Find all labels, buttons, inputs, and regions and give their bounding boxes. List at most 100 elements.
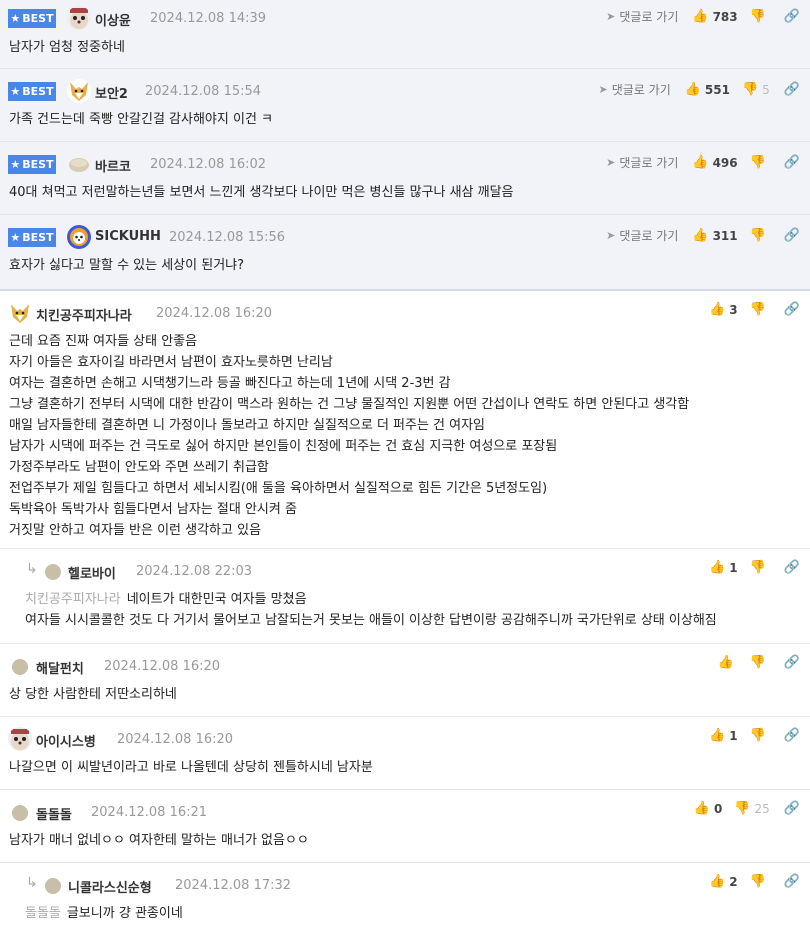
- downvote-button[interactable]: 👎: [750, 9, 770, 24]
- nickname[interactable]: SICKUHH: [95, 229, 161, 244]
- thumbs-down-icon: 👎: [749, 728, 766, 743]
- avatar[interactable]: [45, 878, 61, 894]
- thumbs-down-icon: 👎: [749, 560, 766, 575]
- nickname[interactable]: 보안2: [95, 83, 128, 102]
- link-icon[interactable]: 🔗: [784, 801, 800, 816]
- timestamp: 2024.12.08 15:54: [145, 84, 262, 99]
- comment-actions: 👍 👎 🔗: [717, 655, 800, 670]
- goto-comment-link[interactable]: ➤ 댓글로 가기: [606, 227, 678, 244]
- downvote-button[interactable]: 👎: [750, 155, 770, 170]
- avatar[interactable]: [8, 727, 32, 751]
- avatar[interactable]: [67, 79, 91, 103]
- downvote-button[interactable]: 👎: [750, 874, 770, 889]
- comment-text: 가족 건드는데 죽빵 안갈긴걸 감사해야지 이건 ㅋ: [9, 112, 273, 127]
- comment-text: 40대 쳐먹고 저런말하는년들 보면서 느낀게 생각보다 나이만 먹은 병신들 …: [9, 185, 514, 200]
- upvote-button[interactable]: 👍 1: [709, 728, 738, 743]
- avatar[interactable]: [67, 152, 91, 176]
- goto-comment-link[interactable]: ➤ 댓글로 가기: [599, 81, 671, 98]
- thumbs-up-icon: 👍: [692, 9, 709, 24]
- downvote-button[interactable]: 👎 5: [742, 82, 770, 97]
- comment-line: 그냥 결혼하기 전부터 시댁에 대한 반감이 맥스라 원하는 건 그냥 물질적인…: [9, 397, 690, 412]
- timestamp: 2024.12.08 14:39: [150, 11, 267, 26]
- upvote-button[interactable]: 👍 1: [709, 560, 738, 575]
- upvote-button[interactable]: 👍 2: [709, 874, 738, 889]
- link-icon[interactable]: 🔗: [784, 728, 800, 743]
- comment-actions: 👍 2 👎 🔗: [709, 874, 800, 889]
- timestamp: 2024.12.08 16:21: [91, 805, 208, 820]
- best-badge: ★ BEST: [8, 155, 56, 174]
- send-arrow-icon: ➤: [598, 83, 608, 96]
- star-icon: ★: [10, 12, 21, 25]
- nickname[interactable]: 이상윤: [95, 10, 131, 29]
- comment-actions: ➤ 댓글로 가기 👍 783 👎 🔗: [606, 8, 800, 25]
- avatar[interactable]: [45, 564, 61, 580]
- link-icon[interactable]: 🔗: [784, 155, 800, 170]
- upvote-button[interactable]: 👍 3: [709, 302, 738, 317]
- avatar[interactable]: [67, 225, 91, 249]
- downvote-button[interactable]: 👎: [750, 560, 770, 575]
- thumbs-up-icon: 👍: [709, 728, 726, 743]
- reply-arrow-icon: ↳: [26, 561, 38, 577]
- thumbs-up-icon: 👍: [709, 874, 726, 889]
- link-icon[interactable]: 🔗: [784, 302, 800, 317]
- send-arrow-icon: ➤: [606, 156, 616, 169]
- upvote-button[interactable]: 👍 496: [692, 155, 737, 170]
- comment: 돌돌돌 2024.12.08 16:21 👍 0 👎 25 🔗 남자가 매너 없네ㅇ…: [0, 790, 810, 863]
- quoted-nickname[interactable]: 돌돌돌: [25, 906, 61, 921]
- comment-actions: ➤ 댓글로 가기 👍 551 👎 5 🔗: [599, 81, 801, 98]
- goto-comment-link[interactable]: ➤ 댓글로 가기: [606, 154, 678, 171]
- link-icon[interactable]: 🔗: [784, 228, 800, 243]
- link-icon[interactable]: 🔗: [784, 560, 800, 575]
- timestamp: 2024.12.08 16:20: [156, 306, 273, 321]
- link-icon[interactable]: 🔗: [784, 874, 800, 889]
- quoted-nickname[interactable]: 치킨공주피자나라: [25, 592, 121, 607]
- comment-line: 독박육아 독박가사 힘들다면서 남자는 절대 안시켜 줌: [9, 502, 297, 517]
- comment-line: 근데 요즘 진짜 여자들 상태 안좋음: [9, 334, 198, 349]
- downvote-button[interactable]: 👎: [750, 302, 770, 317]
- upvote-button[interactable]: 👍: [717, 655, 737, 670]
- thumbs-down-icon: 👎: [749, 228, 766, 243]
- downvote-button[interactable]: 👎: [750, 228, 770, 243]
- comment-text: 남자가 매너 없네ㅇㅇ 여자한테 말하는 매너가 없음ㅇㅇ: [9, 833, 309, 848]
- nickname[interactable]: 돌돌돌: [36, 804, 72, 823]
- star-icon: ★: [10, 85, 21, 98]
- nickname[interactable]: 니콜라스신순형: [68, 877, 152, 896]
- nickname[interactable]: 아이시스병: [36, 731, 96, 750]
- comment-line: 가정주부라도 남편이 안도와 주면 쓰레기 취급함: [9, 460, 269, 475]
- nickname[interactable]: 바르코: [95, 156, 131, 175]
- best-comment: ★ BEST SICKUHH 2024.12.08 15:56 ➤ 댓글로 가기 👍…: [0, 215, 810, 291]
- reply-arrow-icon: ↳: [26, 875, 38, 891]
- timestamp: 2024.12.08 22:03: [136, 564, 253, 579]
- thumbs-up-icon: 👍: [692, 155, 709, 170]
- best-badge: ★ BEST: [8, 228, 56, 247]
- nickname[interactable]: 헬로바이: [68, 563, 116, 582]
- avatar[interactable]: [67, 6, 91, 30]
- thumbs-down-icon: 👎: [749, 874, 766, 889]
- avatar[interactable]: [12, 659, 28, 675]
- avatar[interactable]: [8, 301, 32, 325]
- comment-text: 상 당한 사람한테 저딴소리하네: [9, 687, 177, 702]
- goto-comment-link[interactable]: ➤ 댓글로 가기: [606, 8, 678, 25]
- reply-comment: ↳ 헬로바이 2024.12.08 22:03 👍 1 👎 🔗 치킨공주피자나라 네…: [0, 549, 810, 644]
- downvote-button[interactable]: 👎: [750, 728, 770, 743]
- downvote-button[interactable]: 👎 25: [734, 801, 769, 816]
- upvote-button[interactable]: 👍 311: [692, 228, 737, 243]
- downvote-button[interactable]: 👎: [750, 655, 770, 670]
- star-icon: ★: [10, 231, 21, 244]
- nickname[interactable]: 치킨공주피자나라: [36, 305, 132, 324]
- nickname[interactable]: 해달펀치: [36, 658, 84, 677]
- upvote-button[interactable]: 👍 783: [692, 9, 737, 24]
- link-icon[interactable]: 🔗: [784, 9, 800, 24]
- upvote-button[interactable]: 👍 551: [685, 82, 730, 97]
- thumbs-down-icon: 👎: [749, 9, 766, 24]
- avatar[interactable]: [12, 805, 28, 821]
- comment-actions: ➤ 댓글로 가기 👍 311 👎 🔗: [606, 227, 800, 244]
- thumbs-up-icon: 👍: [693, 801, 710, 816]
- send-arrow-icon: ➤: [606, 10, 616, 23]
- best-comment: ★ BEST 보안2 2024.12.08 15:54 ➤ 댓글로 가기 👍 551 …: [0, 69, 810, 142]
- reply-comment: ↳ 니콜라스신순형 2024.12.08 17:32 👍 2 👎 🔗 돌돌돌 글보니…: [0, 863, 810, 933]
- link-icon[interactable]: 🔗: [784, 82, 800, 97]
- comment-text: 효자가 싫다고 말할 수 있는 세상이 된거냐?: [9, 258, 245, 273]
- link-icon[interactable]: 🔗: [784, 655, 800, 670]
- upvote-button[interactable]: 👍 0: [694, 801, 723, 816]
